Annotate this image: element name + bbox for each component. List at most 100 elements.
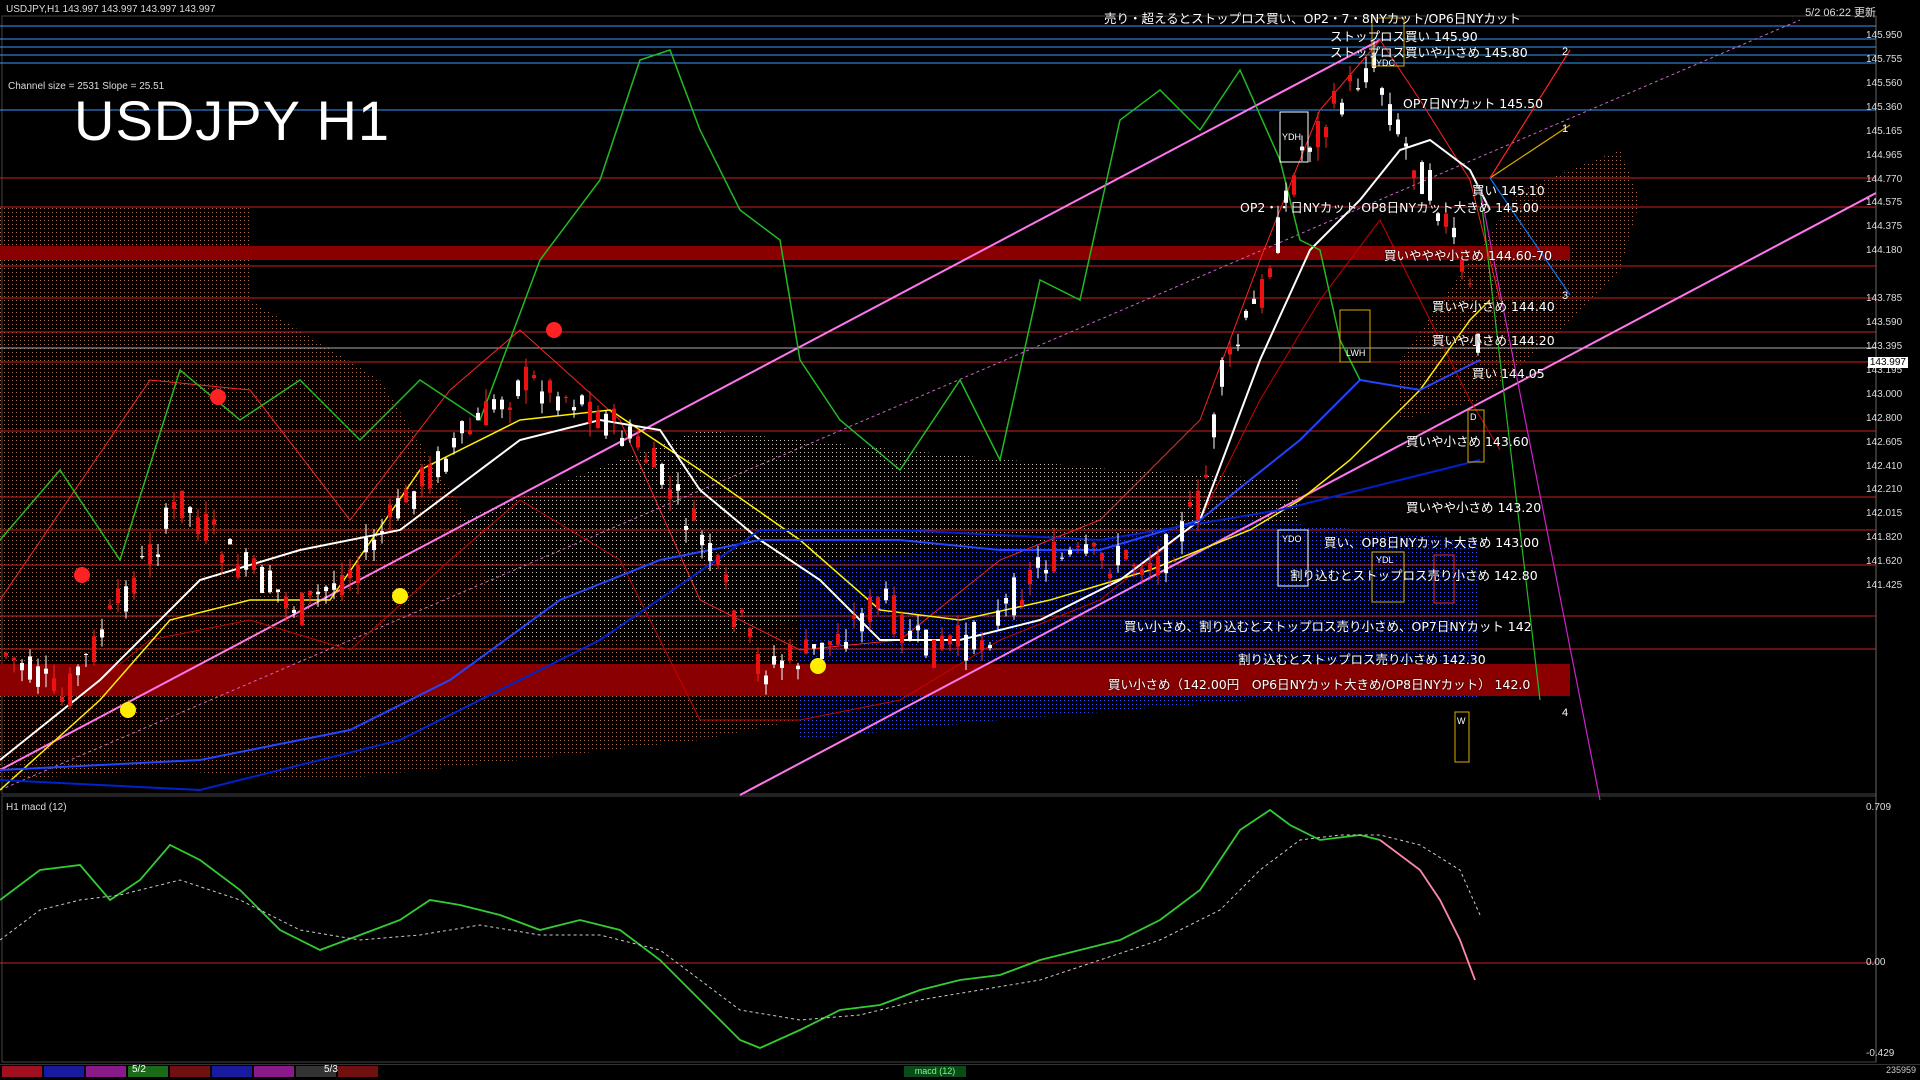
candle-body [796,665,800,670]
annotation-145-80: ストップロス買いや小さめ 145.80 [1330,45,1528,60]
projection-1 [1489,124,1571,179]
candle-body [1116,545,1120,566]
candle-body [620,437,624,446]
box-label: YDO [1282,534,1302,544]
candle-body [852,615,856,619]
candle-body [1108,573,1112,579]
candle-body [1308,147,1312,152]
candle-body [636,436,640,448]
candle-body [396,498,400,519]
macd-line [0,808,1381,1049]
price-axis-label: 143.785 [1866,293,1903,305]
price-axis-label: 141.425 [1866,580,1903,592]
price-axis-label: 145.165 [1866,125,1903,137]
candle-body [660,463,664,485]
candle-body [732,610,736,628]
candle-body [1252,298,1256,304]
candle-body [20,663,24,671]
candle-body [828,641,832,646]
candle-body [572,407,576,411]
candle-body [436,451,440,478]
macd-axis-top: 0.709 [1866,802,1892,813]
candle-body [156,554,160,558]
candle-body [12,657,16,661]
candle-body [836,633,840,645]
candle-body [524,366,528,391]
candle-body [212,519,216,525]
price-axis-label: 144.770 [1866,173,1903,185]
candle-body [652,448,656,468]
candle-body [940,635,944,650]
chart-window: YDC YDH LWH YDO YDL D W USDJPY,H1 143.997 143.… [0,0,1920,1080]
candle-body [884,588,888,601]
candle-body [364,537,368,553]
candle-body [716,555,720,565]
macd-line-falling [1379,839,1476,981]
candle-body [444,458,448,472]
candle-body [84,654,88,656]
candle-body [388,504,392,518]
price-axis-label: 142.410 [1866,460,1903,472]
candle-body [36,666,40,687]
session-segment [170,1066,210,1077]
candle-body [1068,550,1072,555]
macd-signal-line [0,834,1481,1021]
annotation-142-80: 割り込むとストップロス売り小さめ 142.80 [1290,568,1538,583]
candle-body [900,614,904,643]
candle-body [1012,577,1016,616]
box-label: LWH [1346,348,1365,358]
band-144-60 [0,246,1570,260]
candle-body [500,399,504,410]
candle-body [1220,360,1224,387]
candle-body [1164,534,1168,574]
candle-body [1148,563,1152,571]
candle-body [1404,143,1408,147]
candle-body [76,666,80,676]
candle-body [812,644,816,649]
candle-body [132,577,136,594]
candle-body [988,645,992,649]
candle-body [1028,569,1032,585]
signal-marker-icon [120,702,136,718]
candle-body [556,396,560,411]
price-axis-label: 144.965 [1866,149,1903,161]
candle-body [52,678,56,692]
price-axis-label: 143.590 [1866,317,1903,329]
candle-body [300,593,304,626]
candle-body [708,543,712,562]
candle-body [420,467,424,487]
macd-panel-frame [1,795,1877,1063]
candle-body [1036,557,1040,568]
candle-body [324,586,328,592]
price-axis-label: 142.015 [1866,508,1903,520]
candle-body [404,489,408,503]
candle-body [748,628,752,638]
candle-body [172,501,176,510]
candle-body [268,570,272,593]
price-axis-label: 145.360 [1866,101,1903,113]
session-segment [86,1066,126,1077]
candle-body [308,590,312,596]
candle-body [124,586,128,612]
candle-body [844,641,848,649]
candle-body [60,696,64,703]
macd-tab[interactable]: macd (12) [904,1066,966,1077]
candle-body [700,534,704,546]
candle-body [740,609,744,613]
annotation-142-00: 買い小さめ（142.00円 OP6日NYカット大きめ/OP8日NYカット） 14… [1108,677,1531,692]
candle-body [484,401,488,426]
price-axis-label: 141.620 [1866,556,1903,568]
candle-body [892,595,896,635]
candle-body [140,556,144,558]
price-chart[interactable]: YDCYDHLWHYDOYDLDW [0,0,1920,1080]
candle-body [1020,599,1024,607]
candle-body [972,621,976,650]
annotation-143-20: 買いやや小さめ 143.20 [1406,500,1542,515]
candle-body [1348,74,1352,82]
date-label-2: 5/3 [324,1064,338,1075]
candle-body [1420,162,1424,194]
candle-body [1316,121,1320,148]
session-segment [212,1066,252,1077]
candle-body [356,565,360,583]
session-segment [254,1066,294,1077]
